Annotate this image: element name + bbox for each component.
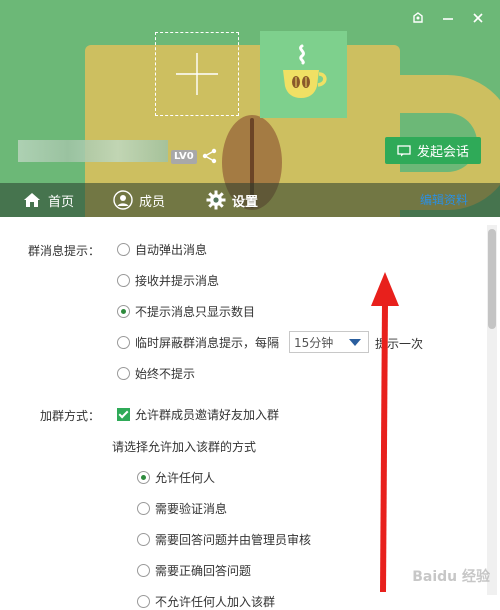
option-temp-block-label: 临时屏蔽群消息提示，每隔 [135,336,280,350]
settings-panel: 群消息提示： 自动弹出消息 接收并提示消息 不提示消息只显示数目 临时屏蔽群消息… [0,217,500,609]
option-temp-block[interactable]: 临时屏蔽群消息提示，每隔 [117,334,279,351]
join-option-correct-answer-label: 需要正确回答问题 [155,564,252,578]
option-show-count-only[interactable]: 不提示消息只显示数目 [117,303,255,320]
skin-icon[interactable] [408,8,428,28]
join-option-anyone-label: 允许任何人 [155,471,216,485]
radio-temp-block[interactable] [117,336,130,349]
tab-home-label: 首页 [48,194,75,210]
join-option-correct-answer[interactable]: 需要正确回答问题 [137,562,251,579]
radio-join-answer-review[interactable] [137,533,150,546]
option-auto-popup[interactable]: 自动弹出消息 [117,241,207,258]
share-icon[interactable] [201,147,219,165]
tab-members[interactable]: 成员 [113,183,165,217]
option-never-notify-label: 始终不提示 [135,367,196,381]
tab-settings-label: 设置 [232,194,259,210]
chevron-down-icon [349,339,361,346]
radio-join-anyone[interactable] [137,471,150,484]
coffee-cup-icon [282,44,327,98]
plus-icon [176,53,218,95]
tab-settings[interactable]: 设置 [206,183,258,217]
start-chat-label: 发起会话 [416,145,469,160]
invite-friends-option[interactable]: 允许群成员邀请好友加入群 [117,406,279,423]
option-never-notify[interactable]: 始终不提示 [117,365,195,382]
interval-select[interactable]: 15分钟 [289,331,369,353]
group-header: LV0 发起会话 首页 成员 设置 编辑资料 [0,0,500,217]
tab-bar: 首页 成员 设置 编辑资料 [0,183,500,217]
tab-home[interactable]: 首页 [22,183,74,217]
home-icon [24,193,40,207]
radio-join-correct-answer[interactable] [137,564,150,577]
join-option-nobody-label: 不允许任何人加入该群 [155,595,276,609]
radio-show-count-only[interactable] [117,305,130,318]
message-notify-label: 群消息提示： [28,244,101,258]
join-option-verify[interactable]: 需要验证消息 [137,500,227,517]
window-controls [408,8,488,28]
scrollbar-thumb[interactable] [488,229,496,329]
interval-suffix-label: 提示一次 [375,337,424,351]
option-receive-notify[interactable]: 接收并提示消息 [117,272,219,289]
close-icon[interactable] [468,8,488,28]
watermark: Baidu 经验 [412,569,490,585]
radio-auto-popup[interactable] [117,243,130,256]
join-option-nobody[interactable]: 不允许任何人加入该群 [137,593,275,610]
invite-friends-checkbox[interactable] [117,408,130,421]
join-method-label: 加群方式： [40,409,101,423]
minimize-icon[interactable] [438,8,458,28]
join-method-prompt: 请选择允许加入该群的方式 [112,440,257,454]
radio-receive-notify[interactable] [117,274,130,287]
join-option-verify-label: 需要验证消息 [155,502,228,516]
radio-never-notify[interactable] [117,367,130,380]
chat-bubble-icon [397,144,411,156]
option-receive-notify-label: 接收并提示消息 [135,274,220,288]
radio-join-verify[interactable] [137,502,150,515]
join-option-answer-review[interactable]: 需要回答问题并由管理员审核 [137,531,311,548]
tab-members-label: 成员 [139,194,166,210]
add-avatar-button[interactable] [155,32,239,116]
member-icon [113,190,133,210]
invite-friends-label: 允许群成员邀请好友加入群 [135,408,280,422]
gear-icon [206,190,226,210]
group-avatar[interactable] [260,31,347,118]
radio-join-nobody[interactable] [137,595,150,608]
option-auto-popup-label: 自动弹出消息 [135,243,208,257]
start-chat-button[interactable]: 发起会话 [385,137,481,164]
interval-select-value: 15分钟 [294,335,334,350]
join-option-anyone[interactable]: 允许任何人 [137,469,215,486]
group-name-blurred [18,140,168,162]
join-option-answer-review-label: 需要回答问题并由管理员审核 [155,533,312,547]
edit-profile-link[interactable]: 编辑资料 [420,183,468,217]
level-badge: LV0 [171,150,197,164]
option-show-count-only-label: 不提示消息只显示数目 [135,305,256,319]
